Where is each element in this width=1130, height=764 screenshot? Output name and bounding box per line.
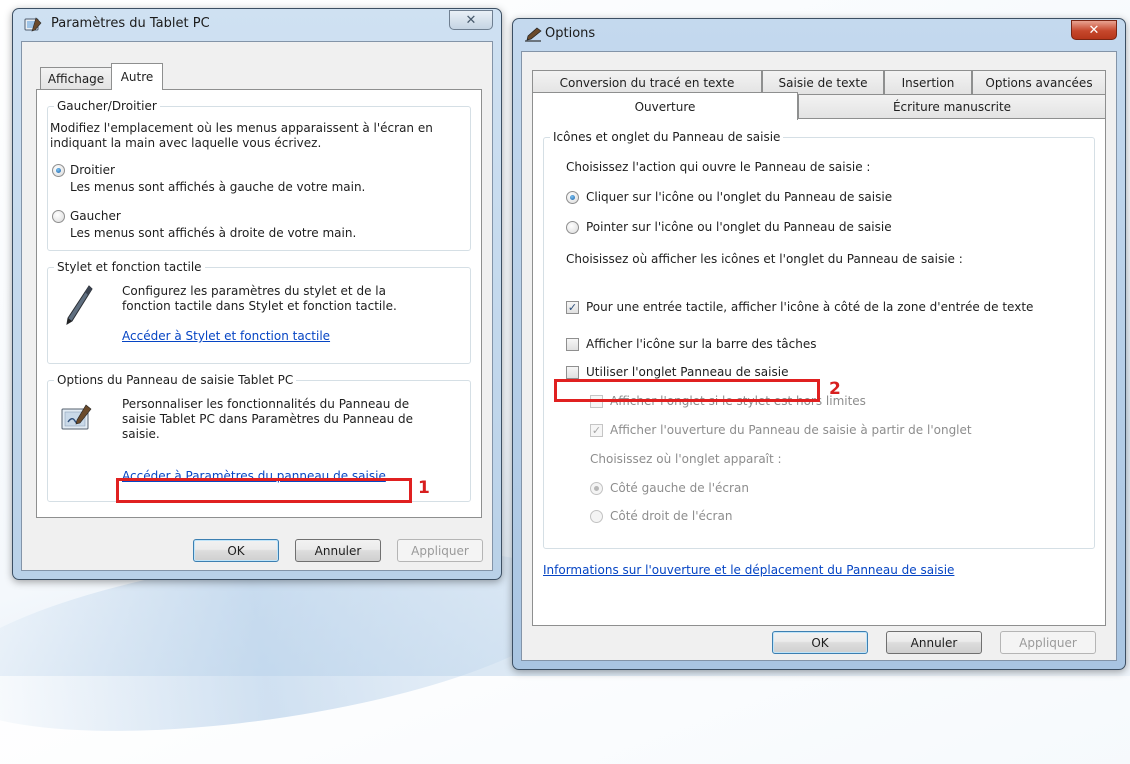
left-handed-radio[interactable]: [52, 210, 65, 223]
group-title: Stylet et fonction tactile: [54, 260, 205, 274]
pen-description: Configurez les paramètres du stylet et d…: [122, 284, 397, 313]
touch-icon-checkbox[interactable]: ✓: [566, 301, 579, 314]
tab-opening[interactable]: Ouverture: [532, 92, 798, 120]
pen-settings-link[interactable]: Accéder à Stylet et fonction tactile: [122, 329, 330, 344]
right-handed-radio[interactable]: [52, 164, 65, 177]
window-client-area: Conversion du tracé en texte Saisie de t…: [521, 51, 1117, 661]
titlebar[interactable]: Paramètres du Tablet PC ✕: [13, 9, 501, 41]
show-opening-from-tab-checkbox[interactable]: ✓: [590, 424, 603, 437]
choose-action-label: Choisissez l'action qui ouvre le Panneau…: [566, 160, 871, 174]
step-2-highlight: [554, 379, 820, 402]
touch-icon-label[interactable]: Pour une entrée tactile, afficher l'icôn…: [586, 300, 1033, 315]
tab-conversion[interactable]: Conversion du tracé en texte: [532, 70, 762, 94]
step-2-number: 2: [829, 379, 841, 399]
tab-position-label: Choisissez où l'onglet apparaît :: [590, 452, 782, 466]
left-side-radio[interactable]: [590, 482, 603, 495]
handedness-group: Gaucher/Droitier Modifiez l'emplacement …: [47, 99, 471, 251]
options-pen-icon: [524, 27, 542, 43]
close-button[interactable]: ✕: [449, 10, 493, 30]
window-client-area: Affichage Autre Gaucher/Droitier Modifie…: [21, 41, 493, 571]
close-button[interactable]: ✕: [1071, 20, 1117, 40]
right-handed-label[interactable]: Droitier: [70, 163, 115, 178]
left-side-label: Côté gauche de l'écran: [610, 481, 749, 495]
ok-button[interactable]: OK: [772, 631, 868, 654]
choose-where-label: Choisissez où afficher les icônes et l'o…: [566, 252, 963, 266]
show-opening-from-tab-label: Afficher l'ouverture du Panneau de saisi…: [610, 423, 972, 437]
input-panel-icon: [60, 403, 94, 436]
tablet-settings-icon: [24, 17, 42, 33]
group-title: Icônes et onglet du Panneau de saisie: [550, 130, 784, 144]
window-title: Options: [545, 26, 596, 41]
step-1-number: 1: [418, 478, 430, 498]
use-tab-label[interactable]: Utiliser l'onglet Panneau de saisie: [586, 365, 788, 380]
titlebar[interactable]: Options ✕: [513, 19, 1125, 51]
input-panel-description: Personnaliser les fonctionnalités du Pan…: [122, 397, 414, 441]
options-window: Options ✕ Conversion du tracé en texte S…: [512, 18, 1126, 670]
tab-advanced[interactable]: Options avancées: [972, 70, 1106, 94]
taskbar-icon-label[interactable]: Afficher l'icône sur la barre des tâches: [586, 337, 816, 352]
cancel-button[interactable]: Annuler: [886, 631, 982, 654]
click-open-label[interactable]: Cliquer sur l'icône ou l'onglet du Panne…: [586, 190, 892, 205]
ok-button[interactable]: OK: [193, 539, 279, 562]
apply-button[interactable]: Appliquer: [1000, 631, 1096, 654]
tab-panel-autre: Gaucher/Droitier Modifiez l'emplacement …: [36, 89, 482, 518]
group-title: Options du Panneau de saisie Tablet PC: [54, 373, 297, 387]
left-handed-label[interactable]: Gaucher: [70, 209, 121, 224]
tab-text-input[interactable]: Saisie de texte: [762, 70, 884, 94]
hover-open-label[interactable]: Pointer sur l'icône ou l'onglet du Panne…: [586, 220, 892, 235]
tab-insertion[interactable]: Insertion: [884, 70, 972, 94]
taskbar-icon-checkbox[interactable]: [566, 338, 579, 351]
use-tab-checkbox[interactable]: [566, 366, 579, 379]
pen-touch-group: Stylet et fonction tactile Configurez le…: [47, 260, 471, 364]
tab-autre[interactable]: Autre: [111, 63, 163, 90]
tab-handwriting[interactable]: Écriture manuscrite: [798, 94, 1106, 118]
step-1-highlight: [116, 478, 412, 503]
click-open-radio[interactable]: [566, 191, 579, 204]
tab-panel-opening: Icônes et onglet du Panneau de saisie Ch…: [532, 118, 1106, 626]
info-link[interactable]: Informations sur l'ouverture et le dépla…: [543, 563, 954, 578]
tab-affichage[interactable]: Affichage: [40, 67, 112, 89]
group-title: Gaucher/Droitier: [54, 99, 160, 113]
pen-icon: [64, 284, 94, 329]
apply-button[interactable]: Appliquer: [397, 539, 483, 562]
window-title: Paramètres du Tablet PC: [51, 16, 210, 31]
handedness-description: Modifiez l'emplacement où les menus appa…: [50, 121, 433, 150]
cancel-button[interactable]: Annuler: [295, 539, 381, 562]
tablet-pc-settings-window: Paramètres du Tablet PC ✕ Affichage Autr…: [12, 8, 502, 580]
left-handed-description: Les menus sont affichés à droite de votr…: [70, 226, 357, 240]
right-side-label: Côté droit de l'écran: [610, 509, 733, 523]
right-side-radio[interactable]: [590, 510, 603, 523]
icons-tab-group: Icônes et onglet du Panneau de saisie Ch…: [543, 130, 1095, 549]
hover-open-radio[interactable]: [566, 221, 579, 234]
right-handed-description: Les menus sont affichés à gauche de votr…: [70, 180, 366, 194]
